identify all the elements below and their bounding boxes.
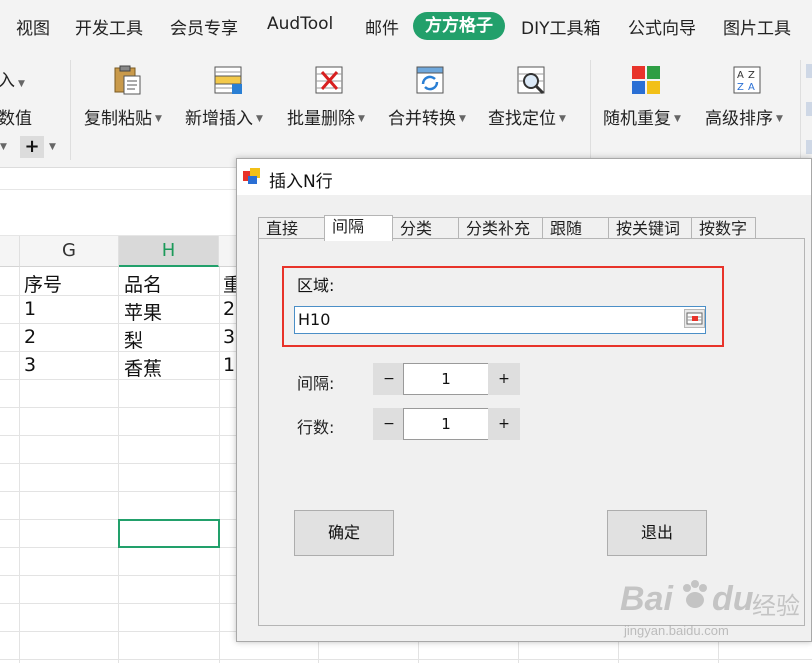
menu-developer-tools[interactable]: 开发工具 [75, 14, 143, 39]
cell-g-row2[interactable]: 2 [24, 326, 36, 348]
ribbon-separator [800, 60, 801, 160]
merge-convert-icon [416, 66, 444, 94]
cell-g-row3[interactable]: 3 [24, 354, 36, 376]
tab-direct[interactable]: 直接 [258, 217, 325, 239]
colored-blocks-icon [632, 66, 660, 94]
copy-paste-button[interactable]: 复制粘贴 ▼ [84, 104, 162, 129]
area-label: 区域: [297, 276, 335, 295]
ribbon: 入 ▼ 数值 ▼ + ▼ 复制粘贴 ▼ 新增插入 ▼ 批量删除 ▼ 合并转换 ▼… [0, 52, 812, 168]
ribbon-fragment-value[interactable]: 数值 [0, 104, 32, 129]
tab-follow[interactable]: 跟随 [542, 217, 609, 239]
menu-view[interactable]: 视图 [16, 14, 50, 39]
cell-h-header[interactable]: 品名 [124, 270, 162, 297]
tab-interval[interactable]: 间隔 [324, 215, 393, 241]
range-picker-icon [686, 312, 703, 325]
interval-label: 间隔: [297, 374, 335, 393]
cell-g-header[interactable]: 序号 [24, 270, 62, 297]
delete-cross-icon [315, 66, 343, 94]
new-insert-button[interactable]: 新增插入 ▼ [185, 104, 263, 129]
az-sort-icon: A Z Z A [733, 66, 761, 94]
dialog-titlebar[interactable]: 插入N行 [237, 159, 811, 195]
ribbon-fragment-insert[interactable]: 入 ▼ [0, 66, 25, 91]
cell-h-row1[interactable]: 苹果 [124, 298, 162, 325]
screen: 视图 开发工具 会员专享 AudTool 邮件 方方格子 DIY工具箱 公式向导… [0, 0, 812, 663]
dropdown-caret-icon[interactable]: ▼ [0, 142, 7, 152]
overflow-icon[interactable] [806, 64, 812, 78]
merge-convert-button[interactable]: 合并转换 ▼ [388, 104, 466, 129]
overflow-icon[interactable] [806, 102, 812, 116]
interval-value-input[interactable]: 1 [403, 363, 489, 395]
gridline [19, 267, 20, 663]
svg-text:A: A [737, 70, 744, 81]
ribbon-separator [70, 60, 71, 160]
random-repeat-button[interactable]: 随机重复 ▼ [603, 104, 681, 129]
cell-g-row1[interactable]: 1 [24, 298, 36, 320]
tab-category-supplement[interactable]: 分类补充 [458, 217, 543, 239]
tab-by-keyword[interactable]: 按关键词 [608, 217, 692, 239]
rows-value-input[interactable]: 1 [403, 408, 489, 440]
tab-category[interactable]: 分类 [392, 217, 459, 239]
find-magnifier-icon [517, 66, 545, 95]
dropdown-caret-icon[interactable]: ▼ [49, 142, 56, 152]
menu-mail[interactable]: 邮件 [365, 14, 399, 39]
range-select-button[interactable] [684, 309, 705, 328]
gridline [0, 659, 812, 660]
gridline [219, 267, 220, 663]
tab-by-number[interactable]: 按数字 [691, 217, 756, 239]
ok-button[interactable]: 确定 [294, 510, 394, 556]
rows-label: 行数: [297, 418, 335, 437]
cell-h-row2[interactable]: 梨 [124, 326, 143, 353]
insert-row-icon [214, 66, 242, 94]
rows-decrement-button[interactable]: − [373, 408, 405, 440]
ribbon-separator [590, 60, 591, 160]
find-locate-button[interactable]: 查找定位 ▼ [488, 104, 566, 129]
clipboard-paste-icon [114, 65, 141, 95]
batch-delete-button[interactable]: 批量删除 ▼ [287, 104, 365, 129]
add-plus-icon[interactable]: + [20, 136, 44, 158]
exit-button[interactable]: 退出 [607, 510, 707, 556]
gridline [118, 267, 119, 663]
cell-h-row3[interactable]: 香蕉 [124, 354, 162, 381]
column-header-f[interactable] [0, 236, 20, 267]
area-input[interactable]: H10 [294, 306, 706, 334]
menu-fangfanggezi[interactable]: 方方格子 [413, 12, 505, 40]
menu-formula-wizard[interactable]: 公式向导 [628, 14, 696, 39]
app-icon [243, 168, 260, 184]
menu-diy-toolbox[interactable]: DIY工具箱 [521, 14, 601, 39]
menu-member-exclusive[interactable]: 会员专享 [170, 14, 238, 39]
svg-text:A: A [748, 82, 755, 93]
insert-n-rows-dialog: 插入N行 直接 间隔 分类 分类补充 跟随 按关键词 按数字 [236, 158, 812, 642]
svg-text:Z: Z [748, 70, 755, 81]
interval-increment-button[interactable]: + [488, 363, 520, 395]
column-header-h[interactable]: H [119, 236, 219, 267]
rows-increment-button[interactable]: + [488, 408, 520, 440]
menu-picture-tools[interactable]: 图片工具 [723, 14, 791, 39]
svg-text:Z: Z [737, 82, 744, 93]
selected-cell-h10[interactable] [118, 519, 220, 548]
advanced-sort-button[interactable]: 高级排序 ▼ [705, 104, 783, 129]
interval-decrement-button[interactable]: − [373, 363, 405, 395]
menu-audtool[interactable]: AudTool [267, 14, 333, 34]
overflow-icon[interactable] [806, 140, 812, 154]
menu-bar: 视图 开发工具 会员专享 AudTool 邮件 方方格子 DIY工具箱 公式向导… [0, 0, 812, 52]
dialog-title: 插入N行 [269, 172, 333, 192]
column-header-g[interactable]: G [20, 236, 119, 267]
